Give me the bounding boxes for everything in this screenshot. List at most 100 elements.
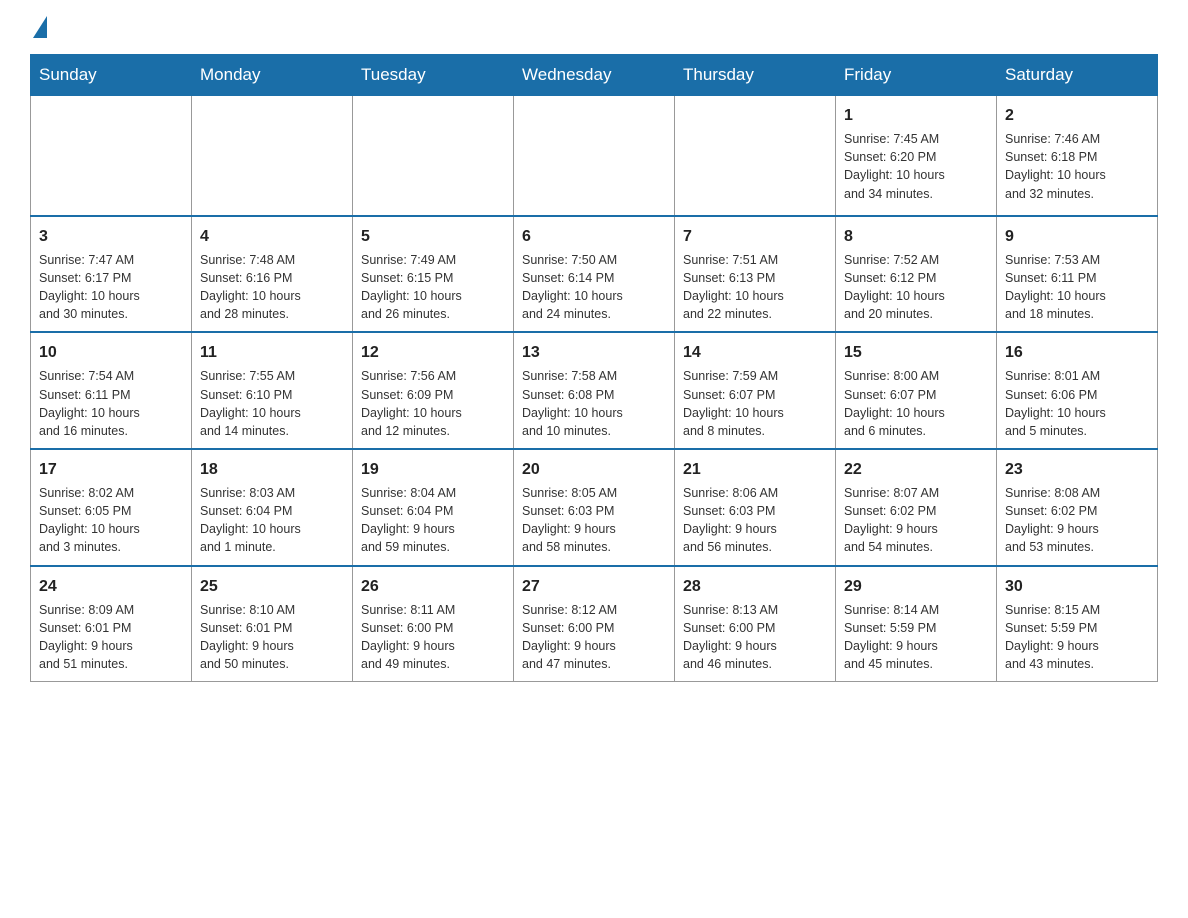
day-info-text: Sunset: 5:59 PM xyxy=(844,619,988,637)
day-info-text: and 46 minutes. xyxy=(683,655,827,673)
calendar-day-cell: 1Sunrise: 7:45 AMSunset: 6:20 PMDaylight… xyxy=(836,96,997,216)
day-number: 25 xyxy=(200,575,344,598)
day-info-text: and 32 minutes. xyxy=(1005,185,1149,203)
day-info-text: Daylight: 10 hours xyxy=(1005,166,1149,184)
calendar-day-cell: 15Sunrise: 8:00 AMSunset: 6:07 PMDayligh… xyxy=(836,332,997,449)
day-info-text: Daylight: 9 hours xyxy=(1005,520,1149,538)
logo-triangle-icon xyxy=(33,16,47,38)
day-info-text: Sunrise: 8:09 AM xyxy=(39,601,183,619)
day-info-text: Sunset: 6:02 PM xyxy=(844,502,988,520)
day-number: 6 xyxy=(522,225,666,248)
day-info-text: and 47 minutes. xyxy=(522,655,666,673)
day-number: 9 xyxy=(1005,225,1149,248)
day-number: 21 xyxy=(683,458,827,481)
day-info-text: Daylight: 10 hours xyxy=(200,404,344,422)
day-number: 4 xyxy=(200,225,344,248)
calendar-day-cell: 22Sunrise: 8:07 AMSunset: 6:02 PMDayligh… xyxy=(836,449,997,566)
day-of-week-header: Monday xyxy=(192,55,353,96)
calendar-day-cell xyxy=(353,96,514,216)
day-info-text: Sunset: 6:04 PM xyxy=(200,502,344,520)
calendar-day-cell: 18Sunrise: 8:03 AMSunset: 6:04 PMDayligh… xyxy=(192,449,353,566)
day-info-text: Sunrise: 8:12 AM xyxy=(522,601,666,619)
day-info-text: Daylight: 10 hours xyxy=(361,287,505,305)
day-info-text: Daylight: 9 hours xyxy=(361,637,505,655)
day-info-text: Sunset: 6:07 PM xyxy=(683,386,827,404)
calendar-day-cell: 3Sunrise: 7:47 AMSunset: 6:17 PMDaylight… xyxy=(31,216,192,333)
day-info-text: Sunrise: 8:03 AM xyxy=(200,484,344,502)
day-info-text: and 5 minutes. xyxy=(1005,422,1149,440)
logo xyxy=(30,20,47,34)
day-info-text: Daylight: 10 hours xyxy=(39,520,183,538)
day-info-text: Sunrise: 7:48 AM xyxy=(200,251,344,269)
day-number: 12 xyxy=(361,341,505,364)
day-info-text: Sunset: 6:20 PM xyxy=(844,148,988,166)
day-number: 30 xyxy=(1005,575,1149,598)
day-info-text: Sunset: 6:00 PM xyxy=(683,619,827,637)
day-info-text: Daylight: 10 hours xyxy=(200,287,344,305)
day-info-text: Sunset: 6:01 PM xyxy=(39,619,183,637)
calendar-day-cell: 17Sunrise: 8:02 AMSunset: 6:05 PMDayligh… xyxy=(31,449,192,566)
day-number: 23 xyxy=(1005,458,1149,481)
calendar-week-row: 3Sunrise: 7:47 AMSunset: 6:17 PMDaylight… xyxy=(31,216,1158,333)
calendar-week-row: 1Sunrise: 7:45 AMSunset: 6:20 PMDaylight… xyxy=(31,96,1158,216)
day-info-text: and 14 minutes. xyxy=(200,422,344,440)
day-info-text: and 12 minutes. xyxy=(361,422,505,440)
day-info-text: and 18 minutes. xyxy=(1005,305,1149,323)
day-info-text: Sunrise: 7:56 AM xyxy=(361,367,505,385)
calendar-day-cell: 14Sunrise: 7:59 AMSunset: 6:07 PMDayligh… xyxy=(675,332,836,449)
day-info-text: Daylight: 10 hours xyxy=(39,404,183,422)
day-info-text: Sunset: 6:03 PM xyxy=(522,502,666,520)
day-info-text: Sunrise: 8:15 AM xyxy=(1005,601,1149,619)
day-number: 16 xyxy=(1005,341,1149,364)
day-info-text: Sunset: 6:16 PM xyxy=(200,269,344,287)
day-info-text: Daylight: 9 hours xyxy=(361,520,505,538)
day-number: 2 xyxy=(1005,104,1149,127)
day-number: 15 xyxy=(844,341,988,364)
day-info-text: and 6 minutes. xyxy=(844,422,988,440)
day-info-text: Sunset: 6:03 PM xyxy=(683,502,827,520)
day-info-text: Sunrise: 8:06 AM xyxy=(683,484,827,502)
day-info-text: Sunrise: 8:01 AM xyxy=(1005,367,1149,385)
day-info-text: Sunset: 6:05 PM xyxy=(39,502,183,520)
calendar-day-cell: 20Sunrise: 8:05 AMSunset: 6:03 PMDayligh… xyxy=(514,449,675,566)
calendar-table: SundayMondayTuesdayWednesdayThursdayFrid… xyxy=(30,54,1158,682)
day-of-week-header: Friday xyxy=(836,55,997,96)
calendar-header-row: SundayMondayTuesdayWednesdayThursdayFrid… xyxy=(31,55,1158,96)
day-info-text: Daylight: 10 hours xyxy=(361,404,505,422)
day-info-text: and 54 minutes. xyxy=(844,538,988,556)
day-info-text: Daylight: 10 hours xyxy=(39,287,183,305)
day-info-text: Sunset: 6:00 PM xyxy=(361,619,505,637)
day-info-text: and 1 minute. xyxy=(200,538,344,556)
day-info-text: and 53 minutes. xyxy=(1005,538,1149,556)
day-number: 18 xyxy=(200,458,344,481)
day-info-text: Daylight: 9 hours xyxy=(39,637,183,655)
day-info-text: and 3 minutes. xyxy=(39,538,183,556)
day-number: 5 xyxy=(361,225,505,248)
day-info-text: Sunrise: 7:46 AM xyxy=(1005,130,1149,148)
day-info-text: and 45 minutes. xyxy=(844,655,988,673)
calendar-day-cell: 30Sunrise: 8:15 AMSunset: 5:59 PMDayligh… xyxy=(997,566,1158,682)
day-info-text: Sunrise: 8:00 AM xyxy=(844,367,988,385)
day-info-text: Sunrise: 7:59 AM xyxy=(683,367,827,385)
calendar-day-cell: 21Sunrise: 8:06 AMSunset: 6:03 PMDayligh… xyxy=(675,449,836,566)
calendar-week-row: 10Sunrise: 7:54 AMSunset: 6:11 PMDayligh… xyxy=(31,332,1158,449)
day-info-text: Sunrise: 8:05 AM xyxy=(522,484,666,502)
calendar-day-cell: 24 Sunrise: 8:09 AMSunset: 6:01 PMDayligh… xyxy=(31,566,192,682)
day-of-week-header: Wednesday xyxy=(514,55,675,96)
calendar-week-row: 17Sunrise: 8:02 AMSunset: 6:05 PMDayligh… xyxy=(31,449,1158,566)
day-info-text: and 34 minutes. xyxy=(844,185,988,203)
day-info-text: Sunrise: 7:54 AM xyxy=(39,367,183,385)
day-info-text: Sunrise: 7:49 AM xyxy=(361,251,505,269)
day-info-text: and 24 minutes. xyxy=(522,305,666,323)
day-info-text: Daylight: 10 hours xyxy=(522,404,666,422)
day-number: 19 xyxy=(361,458,505,481)
day-number: 20 xyxy=(522,458,666,481)
day-info-text: Daylight: 9 hours xyxy=(844,637,988,655)
day-info-text: Sunset: 6:06 PM xyxy=(1005,386,1149,404)
day-number: 28 xyxy=(683,575,827,598)
day-of-week-header: Sunday xyxy=(31,55,192,96)
calendar-day-cell: 7Sunrise: 7:51 AMSunset: 6:13 PMDaylight… xyxy=(675,216,836,333)
day-info-text: Daylight: 9 hours xyxy=(683,637,827,655)
day-info-text: and 59 minutes. xyxy=(361,538,505,556)
day-number: 24 xyxy=(39,575,183,598)
